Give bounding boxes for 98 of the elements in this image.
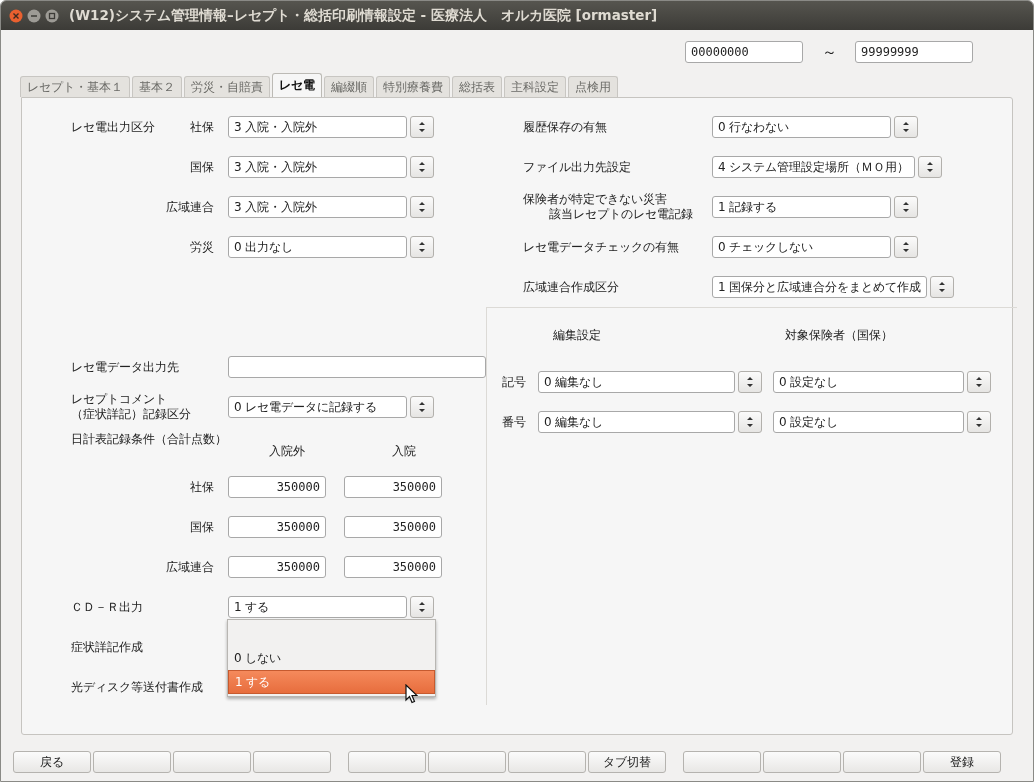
combo-field[interactable]: 1 記録する xyxy=(712,196,891,218)
combo-field[interactable]: 3 入院・入院外 xyxy=(228,116,407,138)
tab[interactable]: 労災・自賠責 xyxy=(184,76,270,97)
up-down-arrows-icon xyxy=(746,415,754,429)
combo-field[interactable]: 0 設定なし xyxy=(773,371,964,393)
points-field[interactable]: 350000 xyxy=(228,516,326,538)
tab[interactable]: 特別療養費 xyxy=(376,76,450,97)
column-header: 対象保険者（国保） xyxy=(785,326,894,344)
up-down-arrows-icon xyxy=(902,120,910,134)
field-label: 番号 xyxy=(502,413,527,431)
tab[interactable]: 点検用 xyxy=(568,76,618,97)
output-destination-field[interactable] xyxy=(228,356,486,378)
field-label: 社保 xyxy=(190,118,214,136)
spin-button[interactable] xyxy=(967,411,991,433)
function-key-button[interactable]: 戻る xyxy=(13,751,91,773)
range-end-field[interactable]: 99999999 xyxy=(855,41,973,63)
up-down-arrows-icon xyxy=(975,415,983,429)
spin-button[interactable] xyxy=(894,116,918,138)
spin-button[interactable] xyxy=(410,396,434,418)
field-label: レセ電出力区分 xyxy=(71,118,155,136)
combo-field[interactable]: 0 出力なし xyxy=(228,236,407,258)
tab[interactable]: 総括表 xyxy=(452,76,502,97)
tab[interactable]: 編綴順 xyxy=(324,76,374,97)
up-down-arrows-icon xyxy=(418,400,426,414)
column-header: 入院 xyxy=(390,443,417,460)
combo-field[interactable]: 0 レセ電データに記録する xyxy=(228,396,407,418)
spin-button[interactable] xyxy=(930,276,955,298)
points-field[interactable]: 350000 xyxy=(344,556,442,578)
field-label: ＣＤ－Ｒ出力 xyxy=(71,598,143,616)
up-down-arrows-icon xyxy=(418,240,426,254)
combo-field[interactable]: 0 編集なし xyxy=(538,411,735,433)
close-icon[interactable] xyxy=(9,8,23,23)
field-label: 労災 xyxy=(190,238,214,256)
tab[interactable]: レセ電 xyxy=(272,73,322,97)
spin-button[interactable] xyxy=(967,371,991,393)
up-down-arrows-icon xyxy=(902,200,910,214)
combo-field[interactable]: 1 する xyxy=(228,596,407,618)
field-label: 広域連合作成区分 xyxy=(523,279,620,295)
field-label: 症状詳記作成 xyxy=(71,638,143,656)
up-down-arrows-icon xyxy=(746,375,754,389)
combo-field[interactable]: 3 入院・入院外 xyxy=(228,156,407,178)
field-label: 保険者が特定できない災害 該当レセプトのレセ電記録 xyxy=(523,192,694,222)
minimize-icon[interactable] xyxy=(27,8,41,23)
combo-field[interactable]: 3 入院・入院外 xyxy=(228,196,407,218)
field-label: レセ電データチェックの有無 xyxy=(523,239,680,255)
field-label: 記号 xyxy=(502,373,527,391)
field-label: レセプトコメント （症状詳記）記録区分 xyxy=(71,392,191,422)
points-field[interactable]: 350000 xyxy=(344,516,442,538)
combo-field[interactable]: 1 国保分と広域連合分をまとめて作成 xyxy=(712,276,928,298)
spin-button[interactable] xyxy=(410,236,434,258)
function-key-button[interactable]: 登録 xyxy=(923,751,1001,773)
dropdown-option[interactable]: 0 しない xyxy=(228,646,435,670)
combo-field[interactable]: 0 設定なし xyxy=(773,411,964,433)
spin-button[interactable] xyxy=(410,196,434,218)
up-down-arrows-icon xyxy=(938,280,947,294)
column-header: 入院外 xyxy=(267,443,306,460)
combo-field[interactable]: 0 チェックしない xyxy=(712,236,891,258)
field-label: 広域連合 xyxy=(166,558,214,576)
range-separator: ～ xyxy=(820,42,838,62)
section-label: 日計表記録条件（合計点数） xyxy=(71,431,227,448)
up-down-arrows-icon xyxy=(975,375,983,389)
range-start-field[interactable]: 00000000 xyxy=(685,41,803,63)
combo-field[interactable]: 0 行なわない xyxy=(712,116,891,138)
tab[interactable]: 基本２ xyxy=(132,76,182,97)
points-field[interactable]: 350000 xyxy=(228,476,326,498)
spin-button[interactable] xyxy=(918,156,943,178)
points-field[interactable]: 350000 xyxy=(228,556,326,578)
spin-button[interactable] xyxy=(410,116,434,138)
field-label: 国保 xyxy=(190,158,214,176)
tab[interactable]: 主科設定 xyxy=(504,76,566,97)
spin-button[interactable] xyxy=(738,411,762,433)
window-title: (W12)システム管理情報–レセプト・総括印刷情報設定 - 医療法人 オルカ医院 [ormaster] xyxy=(69,6,658,25)
spin-button[interactable] xyxy=(410,596,434,618)
field-label: 履歴保存の有無 xyxy=(523,119,608,135)
field-label: 広域連合 xyxy=(166,198,214,216)
field-label: 国保 xyxy=(190,518,214,536)
spin-button[interactable] xyxy=(410,156,434,178)
tab[interactable]: レセプト・基本１ xyxy=(20,76,130,97)
maximize-icon[interactable] xyxy=(45,8,59,23)
up-down-arrows-icon xyxy=(902,240,910,254)
column-header: 編集設定 xyxy=(553,326,602,344)
function-key-button[interactable]: タブ切替 xyxy=(588,751,666,773)
combo-field[interactable]: 0 編集なし xyxy=(538,371,735,393)
spin-button[interactable] xyxy=(738,371,762,393)
points-field[interactable]: 350000 xyxy=(344,476,442,498)
up-down-arrows-icon xyxy=(418,120,426,134)
spin-button[interactable] xyxy=(894,196,918,218)
field-label: 光ディスク等送付書作成 xyxy=(71,678,203,696)
mouse-pointer-icon xyxy=(405,684,418,704)
combo-field[interactable]: 4 システム管理設定場所（ＭＯ用） xyxy=(712,156,916,178)
up-down-arrows-icon xyxy=(418,200,426,214)
field-label: レセ電データ出力先 xyxy=(71,358,179,376)
field-label: ファイル出力先設定 xyxy=(523,159,632,175)
up-down-arrows-icon xyxy=(418,160,426,174)
up-down-arrows-icon xyxy=(926,160,935,174)
field-label: 社保 xyxy=(190,478,214,496)
spin-button[interactable] xyxy=(894,236,918,258)
up-down-arrows-icon xyxy=(418,600,426,614)
